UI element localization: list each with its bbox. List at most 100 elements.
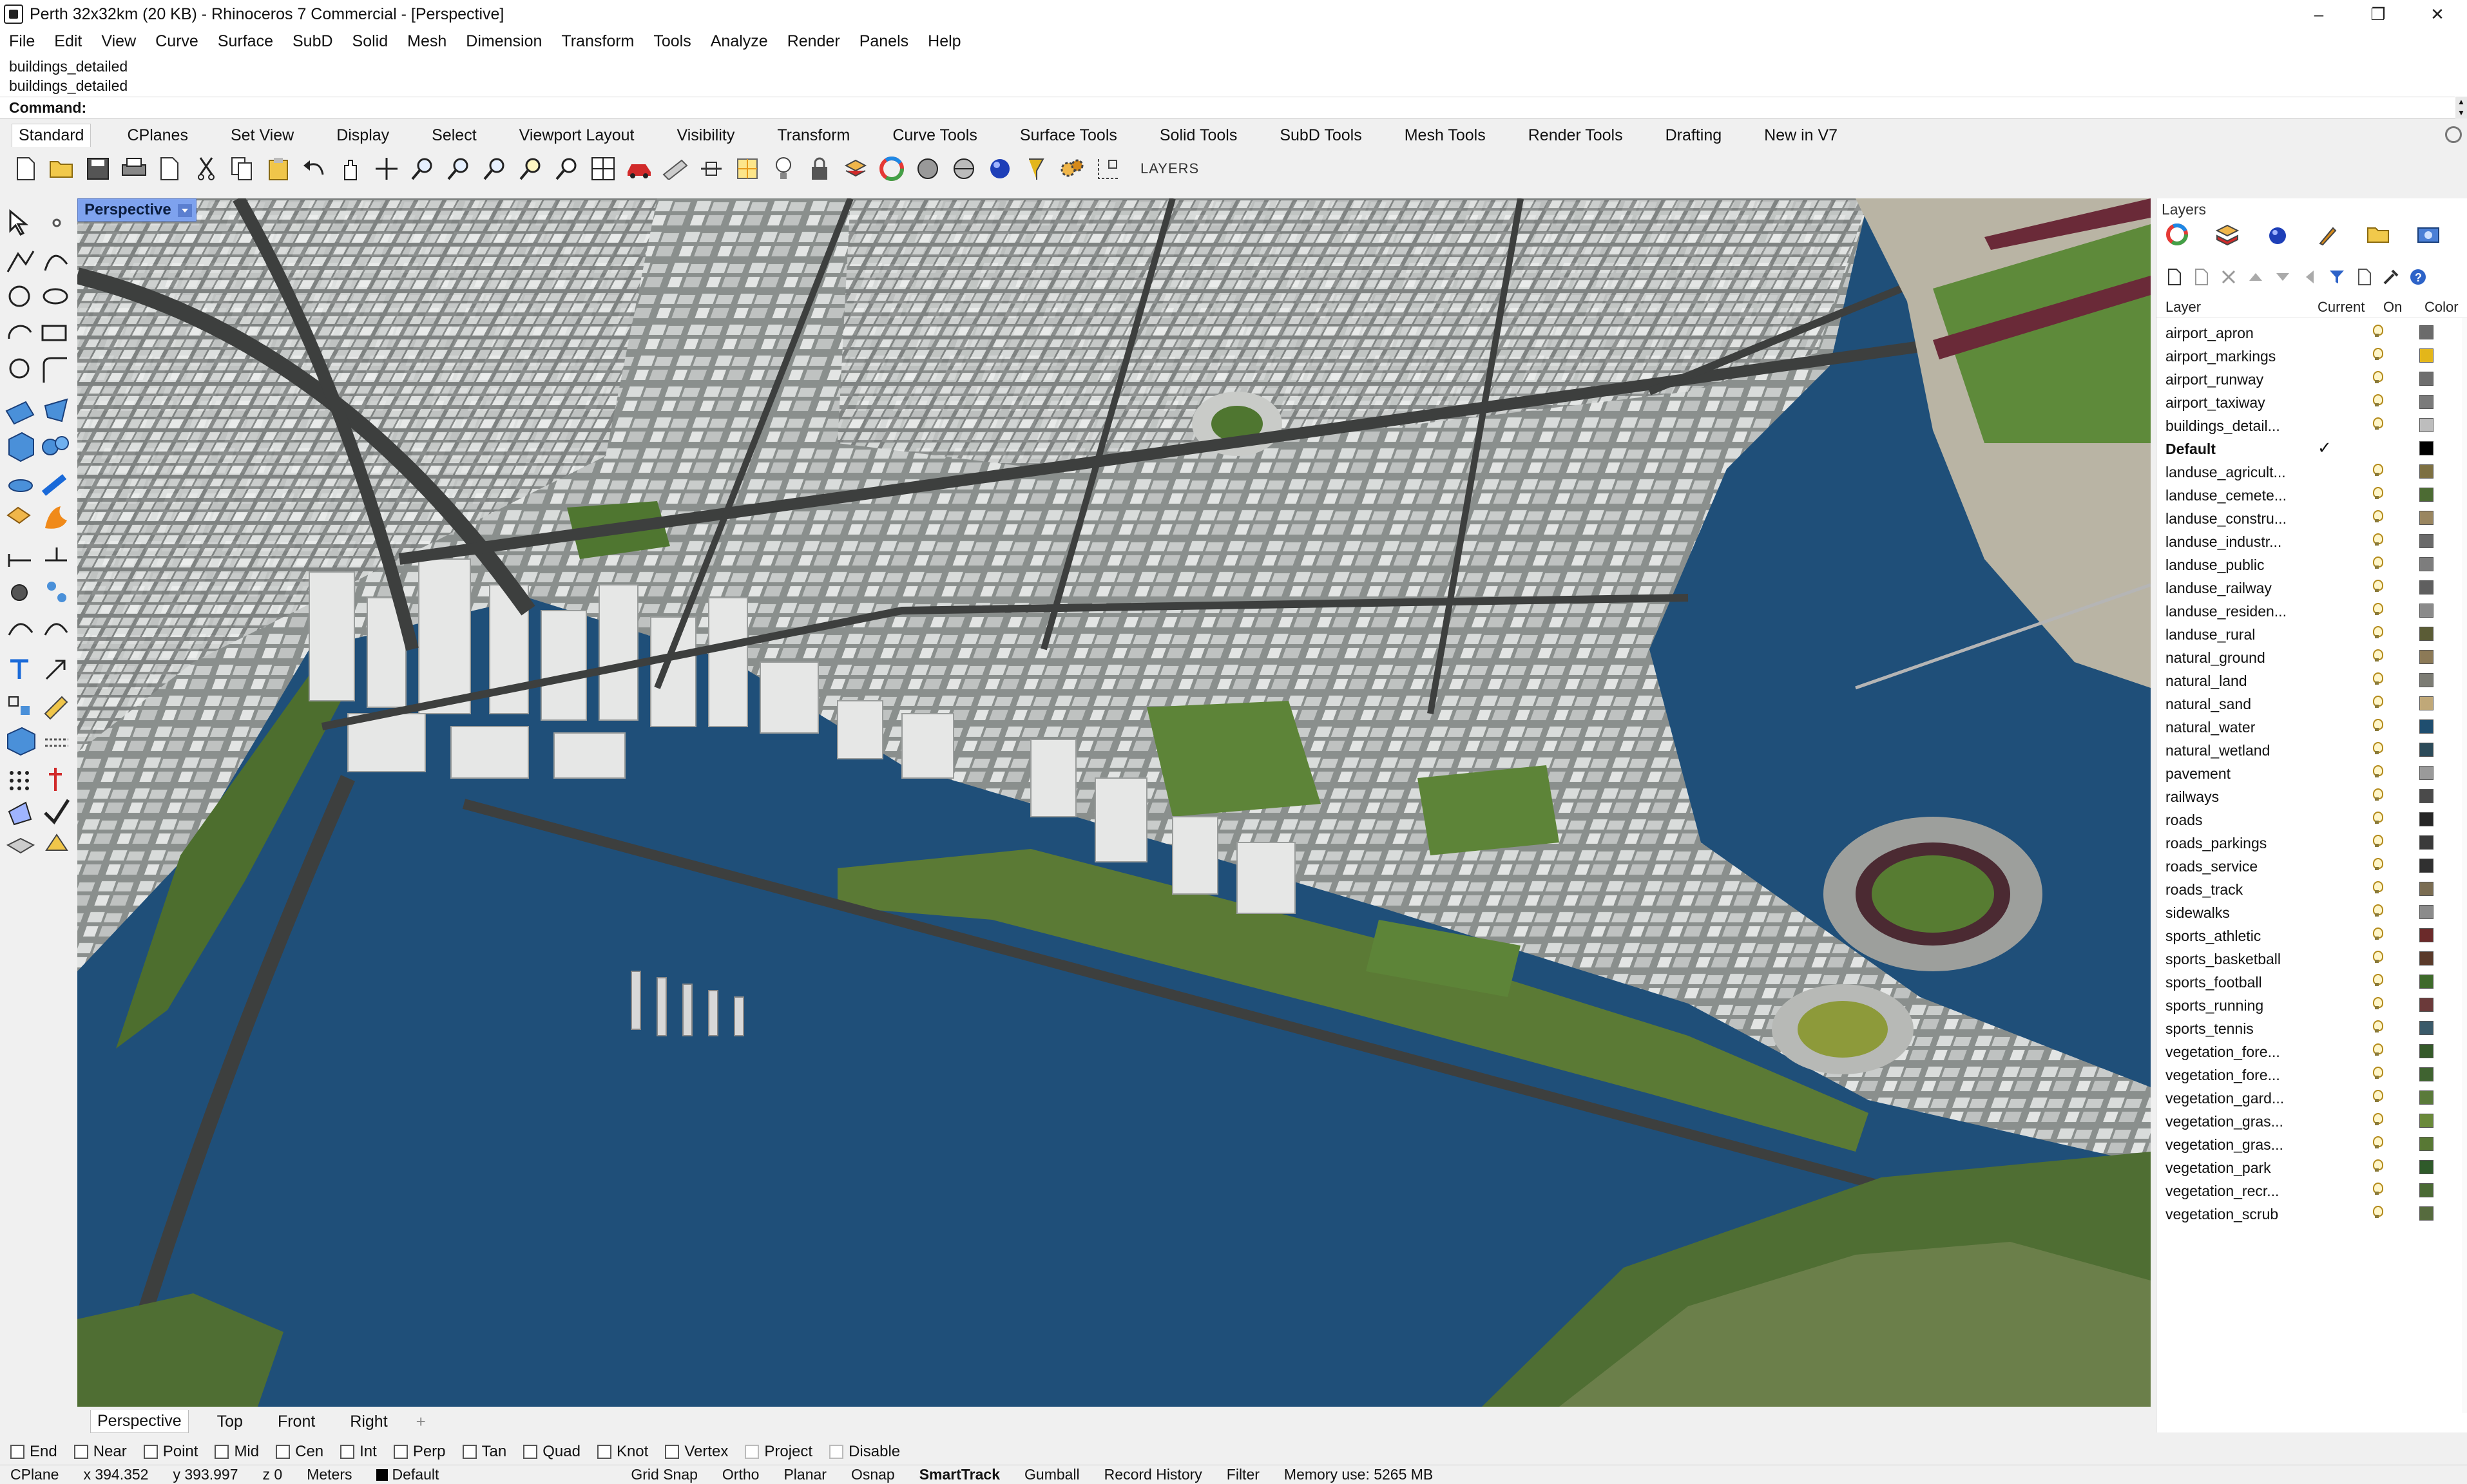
layer-row[interactable]: landuse_railway	[2156, 576, 2467, 599]
gumball-toggle[interactable]: Gumball	[1024, 1466, 1080, 1483]
layer-row[interactable]: roads_parkings	[2156, 831, 2467, 854]
tab-visibility[interactable]: Visibility	[670, 124, 741, 147]
camera-icon[interactable]	[2417, 223, 2440, 246]
layer-name[interactable]: vegetation_gard...	[2165, 1090, 2284, 1107]
layer-name[interactable]: sports_tennis	[2165, 1020, 2254, 1038]
layer-name[interactable]: vegetation_scrub	[2165, 1206, 2278, 1223]
tab-surface-tools[interactable]: Surface Tools	[1013, 124, 1124, 147]
layer-visibility-bulb-icon[interactable]	[2372, 1066, 2383, 1080]
layer-color-swatch[interactable]	[2419, 1044, 2433, 1058]
layer-color-swatch[interactable]	[2419, 418, 2433, 432]
layer-name[interactable]: vegetation_fore...	[2165, 1067, 2280, 1084]
checkbox[interactable]	[745, 1445, 760, 1459]
document-icon[interactable]	[2355, 268, 2373, 286]
layer-color-swatch[interactable]	[2419, 348, 2433, 363]
chevron-down-icon[interactable]	[177, 204, 192, 217]
osnap-mid[interactable]: Mid	[215, 1443, 259, 1461]
move-up-icon[interactable]	[2247, 268, 2265, 286]
layer-row[interactable]: natural_water	[2156, 715, 2467, 738]
layer-icon[interactable]	[841, 155, 870, 183]
column-header-current[interactable]: Current	[2318, 299, 2365, 316]
checkbox[interactable]	[462, 1445, 477, 1459]
layer-color-swatch[interactable]	[2419, 650, 2433, 664]
layer-name[interactable]: buildings_detail...	[2165, 417, 2280, 435]
cut-icon[interactable]	[192, 155, 220, 183]
layer-color-swatch[interactable]	[2419, 1114, 2433, 1128]
layer-color-swatch[interactable]	[2419, 464, 2433, 479]
car-icon[interactable]	[625, 155, 653, 183]
layer-row[interactable]: sports_tennis	[2156, 1016, 2467, 1040]
layer-row[interactable]: landuse_constru...	[2156, 506, 2467, 529]
osnap-disable[interactable]: Disable	[829, 1443, 900, 1461]
column-header-color[interactable]: Color	[2424, 299, 2459, 316]
layer-visibility-bulb-icon[interactable]	[2372, 1112, 2383, 1127]
layer-color-swatch[interactable]	[2419, 951, 2433, 966]
layer-name[interactable]: airport_taxiway	[2165, 394, 2265, 412]
layer-name[interactable]: vegetation_fore...	[2165, 1043, 2280, 1061]
layer-visibility-bulb-icon[interactable]	[2372, 463, 2383, 477]
layer-visibility-bulb-icon[interactable]	[2372, 672, 2383, 686]
layer-color-swatch[interactable]	[2419, 488, 2433, 502]
layer-name[interactable]: natural_land	[2165, 672, 2247, 690]
layer-color-swatch[interactable]	[2419, 859, 2433, 873]
layer-name[interactable]: natural_ground	[2165, 649, 2265, 667]
layer-row[interactable]: landuse_industr...	[2156, 529, 2467, 553]
layer-row[interactable]: sports_football	[2156, 970, 2467, 993]
layer-color-swatch[interactable]	[2419, 789, 2433, 803]
layer-name[interactable]: sports_athletic	[2165, 928, 2261, 945]
undo-view-icon[interactable]	[553, 155, 581, 183]
osnap-int[interactable]: Int	[340, 1443, 377, 1461]
layer-color-swatch[interactable]	[2419, 998, 2433, 1012]
layers-scrollbar[interactable]	[2462, 318, 2467, 1413]
layer-visibility-bulb-icon[interactable]	[2372, 741, 2383, 756]
checkbox[interactable]	[523, 1445, 538, 1459]
checkbox[interactable]	[597, 1445, 611, 1459]
layer-row[interactable]: landuse_rural	[2156, 622, 2467, 645]
tab-top[interactable]: Top	[211, 1411, 249, 1433]
layer-visibility-bulb-icon[interactable]	[2372, 579, 2383, 593]
layer-color-swatch[interactable]	[2419, 1160, 2433, 1174]
status-layer[interactable]: Default	[376, 1466, 439, 1483]
layer-color-swatch[interactable]	[2419, 534, 2433, 548]
layer-row[interactable]: airport_runway	[2156, 367, 2467, 390]
osnap-toggle[interactable]: Osnap	[851, 1466, 895, 1483]
tab-new-in-v7[interactable]: New in V7	[1758, 124, 1844, 147]
layer-color-swatch[interactable]	[2419, 372, 2433, 386]
tab-mesh-tools[interactable]: Mesh Tools	[1398, 124, 1492, 147]
layer-color-swatch[interactable]	[2419, 975, 2433, 989]
osnap-vertex[interactable]: Vertex	[665, 1443, 728, 1461]
status-units[interactable]: Meters	[307, 1466, 352, 1483]
layer-name[interactable]: vegetation_park	[2165, 1159, 2271, 1177]
layer-name[interactable]: roads_service	[2165, 858, 2258, 875]
layer-name[interactable]: landuse_public	[2165, 556, 2264, 574]
layer-color-swatch[interactable]	[2419, 441, 2433, 455]
layer-color-swatch[interactable]	[2419, 604, 2433, 618]
layer-color-swatch[interactable]	[2419, 882, 2433, 896]
move-left-icon[interactable]	[2301, 268, 2319, 286]
layer-name[interactable]: natural_water	[2165, 719, 2255, 736]
tab-right[interactable]: Right	[343, 1411, 394, 1433]
layer-visibility-bulb-icon[interactable]	[2372, 1043, 2383, 1057]
tab-viewport-layout[interactable]: Viewport Layout	[513, 124, 641, 147]
gear-icon[interactable]	[2445, 126, 2462, 143]
viewport-title-tab[interactable]: Perspective	[77, 198, 197, 222]
lock-icon[interactable]	[805, 155, 834, 183]
layer-row[interactable]: natural_land	[2156, 669, 2467, 692]
osnap-knot[interactable]: Knot	[597, 1443, 648, 1461]
menu-solid[interactable]: Solid	[352, 32, 389, 51]
layer-name[interactable]: natural_sand	[2165, 696, 2251, 713]
tab-display[interactable]: Display	[330, 124, 396, 147]
layer-color-swatch[interactable]	[2419, 1183, 2433, 1197]
layer-row[interactable]: sports_running	[2156, 993, 2467, 1016]
paste-icon[interactable]	[264, 155, 293, 183]
layer-name[interactable]: sidewalks	[2165, 904, 2230, 922]
menu-edit[interactable]: Edit	[54, 32, 82, 51]
sphere-icon[interactable]	[986, 155, 1014, 183]
layer-visibility-bulb-icon[interactable]	[2372, 880, 2383, 895]
osnap-tan[interactable]: Tan	[462, 1443, 506, 1461]
layer-color-swatch[interactable]	[2419, 511, 2433, 525]
gear-set-icon[interactable]	[1058, 155, 1086, 183]
grid-snap-icon[interactable]	[1094, 155, 1122, 183]
menu-dimension[interactable]: Dimension	[466, 32, 542, 51]
checkbox[interactable]	[665, 1445, 680, 1459]
